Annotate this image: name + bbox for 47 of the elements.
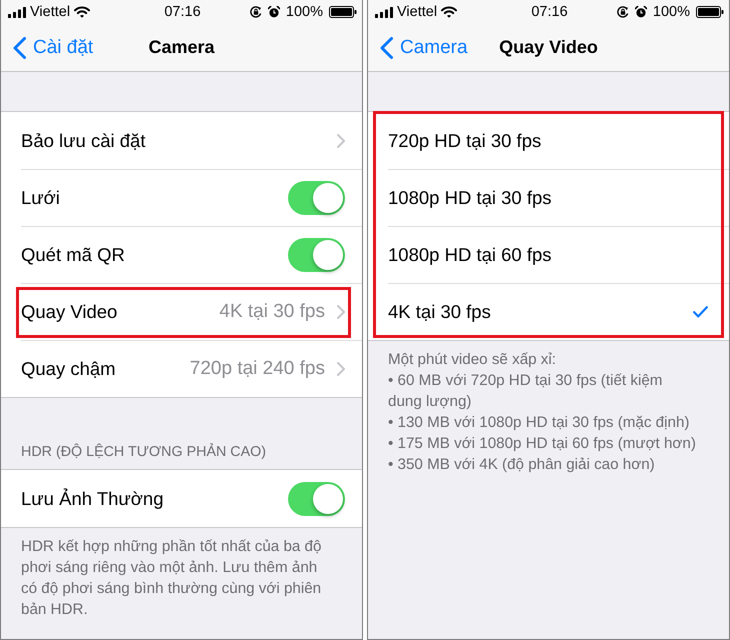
- nav-title: Camera: [148, 37, 215, 58]
- section-footer: HDR kết hợp những phần tốt nhất của ba độ phơi sáng riêng vào một ảnh. Lưu thêm ảnh có độ phơi sáng bình thường cùng với phiên bản HDR.: [21, 536, 333, 620]
- back-chevron-icon: [13, 36, 26, 58]
- signal-bars-icon: [8, 6, 26, 18]
- rotation-lock-icon: [616, 6, 629, 18]
- chevron-right-icon: [337, 362, 345, 376]
- back-button[interactable]: Cài đặt: [13, 36, 94, 58]
- back-chevron-icon: [380, 36, 393, 58]
- row-value: 720p tại 240 fps: [190, 358, 325, 380]
- battery-percent: 100%: [652, 3, 690, 21]
- carrier-name: Viettel: [397, 3, 438, 21]
- signal-bars-icon: [375, 6, 393, 18]
- row-label: Quay Video: [21, 301, 118, 323]
- section-footer: Một phút video sẽ xấp xỉ:: [388, 349, 700, 370]
- row-label: Bảo lưu cài đặt: [21, 130, 146, 152]
- status-time: 07:16: [531, 3, 568, 21]
- row-label: Quay chậm: [21, 358, 117, 380]
- toggle-switch[interactable]: [288, 181, 345, 215]
- section-header: HDR (ĐỘ LỆCH TƯƠNG PHẢN CAO): [20, 442, 268, 462]
- alarm-clock-icon: [634, 6, 647, 18]
- row-label: Lưu Ảnh Thường: [21, 488, 165, 510]
- section-footer: • 350 MB với 4K (độ phân giải cao hơn): [388, 454, 700, 475]
- wifi-icon: [441, 6, 458, 18]
- section-footer: • 130 MB với 1080p HD tại 30 fps (mặc định): [388, 412, 700, 433]
- chevron-right-icon: [337, 134, 345, 148]
- nav-title: Quay Video: [499, 37, 598, 58]
- carrier-name: Viettel: [30, 3, 70, 21]
- section-footer: • 175 MB với 1080p HD tại 60 fps (mượt hơn): [388, 433, 700, 454]
- toggle-switch[interactable]: [288, 482, 345, 516]
- back-button[interactable]: Camera: [380, 36, 468, 58]
- row-label: 720p HD tại 30 fps: [388, 130, 542, 152]
- chevron-right-icon: [337, 305, 345, 319]
- battery-icon: [329, 6, 357, 18]
- rotation-lock-icon: [250, 6, 262, 18]
- row-label: 4K tại 30 fps: [388, 301, 492, 323]
- section-footer: • 60 MB với 720p HD tại 30 fps (tiết kiệm dung lượng): [388, 370, 700, 412]
- battery-icon: [696, 6, 724, 18]
- row-label: 1080p HD tại 30 fps: [388, 187, 553, 209]
- wifi-icon: [74, 6, 90, 18]
- row-value: 4K tại 30 fps: [219, 301, 325, 323]
- alarm-clock-icon: [268, 6, 280, 18]
- battery-percent: 100%: [286, 3, 323, 21]
- row-label: 1080p HD tại 60 fps: [388, 244, 553, 266]
- row-label: Lưới: [21, 187, 61, 209]
- toggle-switch[interactable]: [288, 238, 345, 272]
- status-time: 07:16: [164, 3, 201, 21]
- row-label: Quét mã QR: [21, 244, 126, 266]
